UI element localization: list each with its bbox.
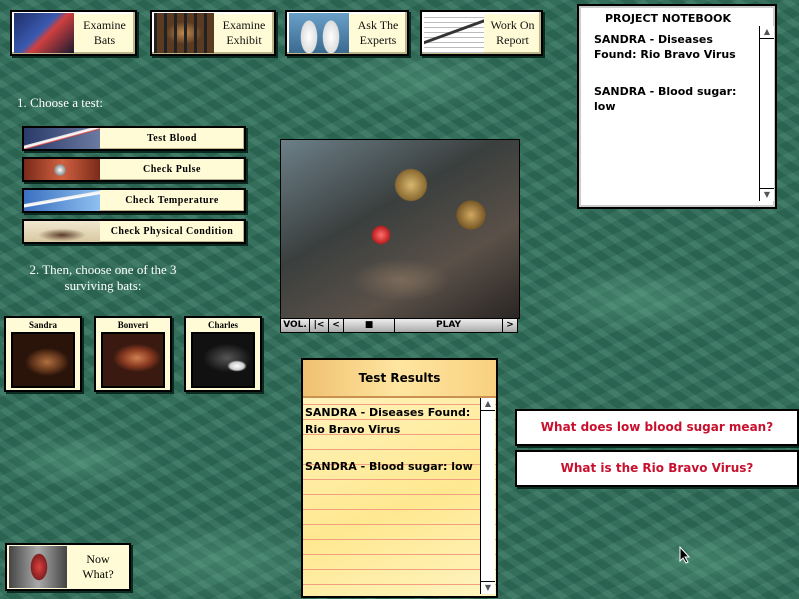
mouse-cursor-icon <box>679 546 691 564</box>
bat-photo-bonveri <box>101 332 165 388</box>
test-blood-label: Test Blood <box>147 133 197 144</box>
notebook-entries: SANDRA - Diseases Found: Rio Bravo Virus… <box>594 32 759 114</box>
work-on-report-button[interactable]: Work On Report <box>420 10 543 56</box>
notebook-entry: SANDRA - Diseases Found: Rio Bravo Virus <box>594 33 736 61</box>
step2-line-1: 2. Then, choose one of the 3 <box>29 262 177 277</box>
question-can-icon <box>9 546 67 588</box>
notebook-pen-icon <box>424 13 484 53</box>
work-on-report-label-1: Work On <box>490 18 535 32</box>
bat-name-sandra: Sandra <box>28 320 57 330</box>
check-temperature-button[interactable]: Check Temperature <box>22 188 246 213</box>
examine-exhibit-button[interactable]: Examine Exhibit <box>150 10 276 56</box>
check-pulse-label: Check Pulse <box>143 164 201 175</box>
low-blood-sugar-question-button[interactable]: What does low blood sugar mean? <box>515 409 799 446</box>
test-results-panel: Test Results SANDRA - Diseases Found: Ri… <box>301 358 498 598</box>
caged-bat-icon <box>154 13 214 53</box>
stethoscope-icon <box>14 13 74 53</box>
scroll-up-icon[interactable]: ▲ <box>481 398 495 411</box>
bat-card-charles[interactable]: Charles <box>184 316 262 392</box>
test-result-entry: SANDRA - Diseases Found: Rio Bravo Virus <box>305 406 471 436</box>
check-temperature-label: Check Temperature <box>125 195 219 206</box>
test-result-entry: SANDRA - Blood sugar: low <box>305 460 473 473</box>
rio-bravo-virus-question-button[interactable]: What is the Rio Bravo Virus? <box>515 450 799 487</box>
bat-photo-charles <box>191 332 255 388</box>
check-pulse-button[interactable]: Check Pulse <box>22 157 246 182</box>
scientists-icon <box>289 13 349 53</box>
now-what-label-2: What? <box>82 567 114 581</box>
scroll-down-icon[interactable]: ▼ <box>481 581 495 594</box>
step-forward-button[interactable]: > <box>503 319 517 332</box>
examine-bats-label-2: Bats <box>93 33 116 47</box>
bat-name-charles: Charles <box>208 320 238 330</box>
step2-instruction: 2. Then, choose one of the 3 surviving b… <box>18 262 188 294</box>
examine-bats-button[interactable]: Examine Bats <box>10 10 137 56</box>
syringe-icon <box>24 128 100 149</box>
bat-name-bonveri: Bonveri <box>117 320 149 330</box>
now-what-label-1: Now <box>86 552 110 566</box>
thermometer-icon <box>24 190 100 211</box>
check-physical-condition-label: Check Physical Condition <box>110 226 234 237</box>
ask-experts-label-2: Experts <box>359 33 397 47</box>
notebook-entry: SANDRA - Blood sugar: low <box>594 85 737 113</box>
video-frame <box>280 139 520 319</box>
step2-line-2: surviving bats: <box>64 278 142 293</box>
step-back-button[interactable]: < <box>329 319 344 332</box>
examine-exhibit-label-1: Examine <box>222 18 266 32</box>
rewind-start-button[interactable]: |< <box>310 319 329 332</box>
check-physical-condition-button[interactable]: Check Physical Condition <box>22 219 246 244</box>
notebook-title: PROJECT NOTEBOOK <box>604 12 732 25</box>
bat-card-sandra[interactable]: Sandra <box>4 316 82 392</box>
work-on-report-label-2: Report <box>496 33 529 47</box>
ask-experts-button[interactable]: Ask The Experts <box>285 10 409 56</box>
bat-icon <box>24 221 100 242</box>
bat-photo-sandra <box>11 332 75 388</box>
scroll-up-icon[interactable]: ▲ <box>760 26 774 39</box>
test-results-title: Test Results <box>303 360 496 398</box>
project-notebook: PROJECT NOTEBOOK SANDRA - Diseases Found… <box>577 4 777 209</box>
notebook-scrollbar[interactable]: ▲ ▼ <box>759 26 774 201</box>
video-controls: VOL. |< < ■ PLAY > <box>280 318 518 333</box>
stop-button[interactable]: ■ <box>344 319 395 332</box>
step1-instruction: 1. Choose a test: <box>17 95 103 110</box>
scroll-down-icon[interactable]: ▼ <box>760 188 774 201</box>
test-results-entries: SANDRA - Diseases Found: Rio Bravo Virus… <box>305 404 480 475</box>
stopwatch-icon <box>24 159 100 180</box>
play-button[interactable]: PLAY <box>395 319 503 332</box>
ask-experts-label-1: Ask The <box>357 18 399 32</box>
examine-exhibit-label-2: Exhibit <box>226 33 262 47</box>
now-what-button[interactable]: Now What? <box>5 543 131 591</box>
bat-card-bonveri[interactable]: Bonveri <box>94 316 172 392</box>
results-scrollbar[interactable]: ▲ ▼ <box>480 398 495 594</box>
examine-bats-label-1: Examine <box>83 18 126 32</box>
volume-button[interactable]: VOL. <box>281 319 310 332</box>
test-blood-button[interactable]: Test Blood <box>22 126 246 151</box>
